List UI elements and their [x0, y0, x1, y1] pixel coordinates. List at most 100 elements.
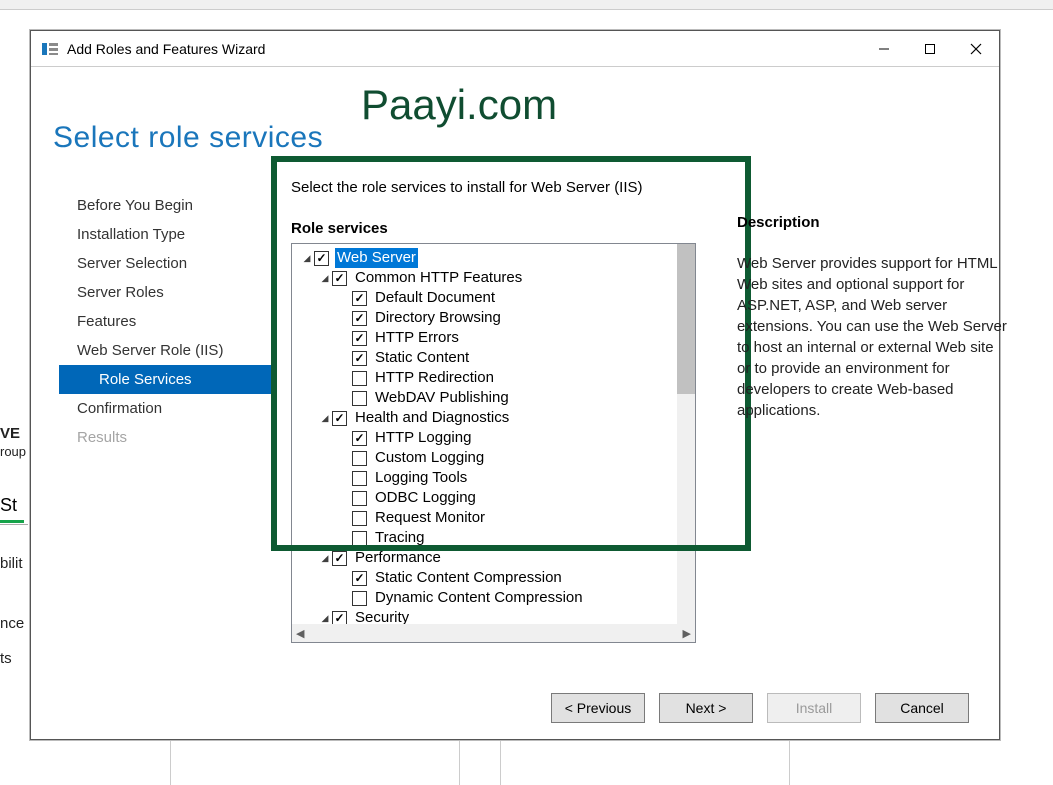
- description-body: Web Server provides support for HTML Web…: [737, 253, 1009, 421]
- description-heading: Description: [737, 214, 1009, 231]
- wizard-step-server-selection[interactable]: Server Selection: [59, 249, 271, 278]
- tree-label[interactable]: Custom Logging: [373, 448, 486, 468]
- tree-label[interactable]: Dynamic Content Compression: [373, 588, 585, 608]
- bg-status: St: [0, 495, 17, 516]
- tree-node-security[interactable]: Security: [294, 608, 675, 624]
- wizard-step-server-roles[interactable]: Server Roles: [59, 278, 271, 307]
- checkbox[interactable]: [352, 451, 367, 466]
- wizard-step-confirmation[interactable]: Confirmation: [59, 394, 271, 423]
- checkbox[interactable]: [352, 491, 367, 506]
- tree-node-web-server[interactable]: Web Server: [294, 248, 675, 268]
- install-button: Install: [767, 693, 861, 723]
- tree-label[interactable]: ODBC Logging: [373, 488, 478, 508]
- expand-caret-icon[interactable]: [300, 248, 314, 268]
- tree-label[interactable]: HTTP Logging: [373, 428, 473, 448]
- tree-label[interactable]: Default Document: [373, 288, 497, 308]
- tree-node-health-and-diagnostics[interactable]: Health and Diagnostics: [294, 408, 675, 428]
- wizard-step-results: Results: [59, 423, 271, 452]
- next-button[interactable]: Next >: [659, 693, 753, 723]
- expand-caret-icon[interactable]: [318, 268, 332, 288]
- section-label: Role services: [291, 220, 731, 237]
- tree-label[interactable]: Request Monitor: [373, 508, 487, 528]
- tree-node-directory-browsing[interactable]: Directory Browsing: [294, 308, 675, 328]
- checkbox[interactable]: [332, 271, 347, 286]
- checkbox[interactable]: [352, 471, 367, 486]
- checkbox[interactable]: [352, 371, 367, 386]
- bg-text-ts: ts: [0, 650, 12, 667]
- tree-node-tracing[interactable]: Tracing: [294, 528, 675, 548]
- tree-label[interactable]: Tracing: [373, 528, 426, 548]
- checkbox[interactable]: [352, 531, 367, 546]
- checkbox[interactable]: [352, 571, 367, 586]
- tree-node-http-errors[interactable]: HTTP Errors: [294, 328, 675, 348]
- tree-node-static-content-compression[interactable]: Static Content Compression: [294, 568, 675, 588]
- minimize-button[interactable]: [861, 31, 907, 66]
- tree-label[interactable]: Static Content Compression: [373, 568, 564, 588]
- tree-label[interactable]: Web Server: [335, 248, 418, 268]
- tree-node-logging-tools[interactable]: Logging Tools: [294, 468, 675, 488]
- tree-node-dynamic-content-compression[interactable]: Dynamic Content Compression: [294, 588, 675, 608]
- expand-caret-icon[interactable]: [318, 608, 332, 624]
- expand-caret-icon[interactable]: [318, 408, 332, 428]
- checkbox[interactable]: [352, 391, 367, 406]
- wizard-step-before-you-begin[interactable]: Before You Begin: [59, 191, 271, 220]
- tree-label[interactable]: Directory Browsing: [373, 308, 503, 328]
- tree-label[interactable]: Security: [353, 608, 411, 624]
- tree-node-request-monitor[interactable]: Request Monitor: [294, 508, 675, 528]
- role-services-tree: Web ServerCommon HTTP FeaturesDefault Do…: [291, 243, 696, 643]
- tree-scrollbar-vertical[interactable]: [677, 244, 695, 626]
- expand-caret-icon[interactable]: [318, 548, 332, 568]
- checkbox[interactable]: [332, 411, 347, 426]
- tree-node-default-document[interactable]: Default Document: [294, 288, 675, 308]
- previous-button[interactable]: < Previous: [551, 693, 645, 723]
- tree-node-static-content[interactable]: Static Content: [294, 348, 675, 368]
- tree-node-common-http-features[interactable]: Common HTTP Features: [294, 268, 675, 288]
- window-title: Add Roles and Features Wizard: [67, 41, 861, 57]
- checkbox[interactable]: [352, 511, 367, 526]
- wizard-steps: Before You BeginInstallation TypeServer …: [59, 191, 271, 452]
- close-button[interactable]: [953, 31, 999, 66]
- checkbox[interactable]: [314, 251, 329, 266]
- bg-text-bility: bilit: [0, 555, 23, 572]
- checkbox[interactable]: [352, 351, 367, 366]
- checkbox[interactable]: [352, 291, 367, 306]
- tree-node-custom-logging[interactable]: Custom Logging: [294, 448, 675, 468]
- tree-node-http-redirection[interactable]: HTTP Redirection: [294, 368, 675, 388]
- description-panel: Description Web Server provides support …: [737, 214, 1009, 421]
- bg-text-roup: roup: [0, 444, 26, 459]
- bg-text-nce: nce: [0, 615, 24, 632]
- checkbox[interactable]: [332, 611, 347, 625]
- wizard-step-web-server-role-iis-[interactable]: Web Server Role (IIS): [59, 336, 271, 365]
- tree-label[interactable]: Common HTTP Features: [353, 268, 524, 288]
- cancel-button[interactable]: Cancel: [875, 693, 969, 723]
- wizard-step-features[interactable]: Features: [59, 307, 271, 336]
- watermark-text: Paayi.com: [361, 81, 557, 129]
- checkbox[interactable]: [352, 311, 367, 326]
- tree-label[interactable]: Logging Tools: [373, 468, 469, 488]
- titlebar: Add Roles and Features Wizard: [31, 31, 999, 67]
- checkbox[interactable]: [352, 591, 367, 606]
- tree-node-odbc-logging[interactable]: ODBC Logging: [294, 488, 675, 508]
- checkbox[interactable]: [332, 551, 347, 566]
- instruction-text: Select the role services to install for …: [291, 179, 731, 196]
- tree-node-performance[interactable]: Performance: [294, 548, 675, 568]
- wizard-buttons: < Previous Next > Install Cancel: [31, 693, 999, 723]
- checkbox[interactable]: [352, 431, 367, 446]
- tree-label[interactable]: HTTP Errors: [373, 328, 461, 348]
- page-title: Select role services: [53, 121, 323, 155]
- tree-label[interactable]: HTTP Redirection: [373, 368, 496, 388]
- tree-label[interactable]: Performance: [353, 548, 443, 568]
- tree-node-webdav-publishing[interactable]: WebDAV Publishing: [294, 388, 675, 408]
- tree-label[interactable]: WebDAV Publishing: [373, 388, 511, 408]
- wizard-dialog: Add Roles and Features Wizard Paayi.com …: [30, 30, 1000, 740]
- wizard-icon: [41, 40, 59, 58]
- tree-node-http-logging[interactable]: HTTP Logging: [294, 428, 675, 448]
- tree-scrollbar-horizontal[interactable]: ◀▶: [292, 624, 695, 642]
- wizard-step-role-services[interactable]: Role Services: [59, 365, 271, 394]
- wizard-step-installation-type[interactable]: Installation Type: [59, 220, 271, 249]
- tree-label[interactable]: Health and Diagnostics: [353, 408, 511, 428]
- tree-label[interactable]: Static Content: [373, 348, 471, 368]
- bg-text-ver: VE: [0, 425, 20, 442]
- checkbox[interactable]: [352, 331, 367, 346]
- maximize-button[interactable]: [907, 31, 953, 66]
